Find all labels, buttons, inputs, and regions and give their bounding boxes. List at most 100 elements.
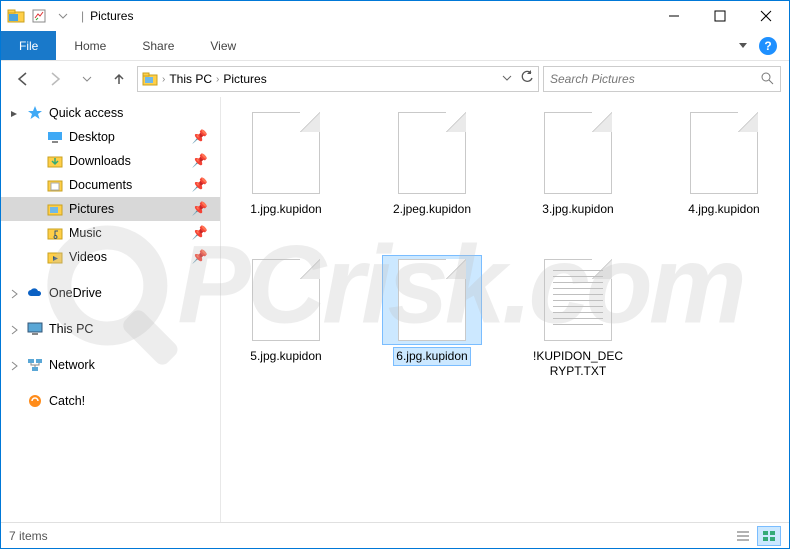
pictures-folder-icon	[142, 71, 158, 87]
large-icons-view-button[interactable]	[757, 526, 781, 546]
chevron-right-icon[interactable]: ›	[216, 74, 219, 85]
navigation-pane[interactable]: Quick access Desktop 📌 Downloads 📌 Documents…	[1, 97, 221, 524]
explorer-icon	[7, 7, 25, 25]
sidebar-item-label: OneDrive	[49, 286, 102, 300]
sidebar-item-label: Music	[69, 226, 102, 240]
title-separator: |	[81, 9, 84, 23]
address-bar[interactable]: › This PC › Pictures	[137, 66, 539, 92]
sidebar-item-videos[interactable]: Videos 📌	[1, 245, 220, 269]
sidebar-onedrive[interactable]: OneDrive	[1, 281, 220, 305]
sidebar-item-music[interactable]: Music 📌	[1, 221, 220, 245]
file-thumbnail	[383, 256, 481, 344]
file-item[interactable]: !KUPIDON_DECRYPT.TXT	[527, 256, 629, 380]
address-dropdown-icon[interactable]	[502, 70, 512, 88]
qat-dropdown-icon[interactable]	[51, 4, 75, 28]
file-thumbnail	[237, 109, 335, 197]
star-icon	[27, 105, 43, 121]
expand-icon[interactable]	[9, 324, 19, 334]
downloads-icon	[47, 153, 63, 169]
forward-button[interactable]	[41, 65, 69, 93]
window-title: Pictures	[90, 9, 133, 23]
status-bar: 7 items	[1, 522, 789, 548]
item-count: 7 items	[9, 529, 48, 543]
sidebar-item-desktop[interactable]: Desktop 📌	[1, 125, 220, 149]
file-thumbnail	[529, 256, 627, 344]
file-tab[interactable]: File	[1, 31, 56, 60]
tab-view[interactable]: View	[192, 31, 254, 60]
tab-share[interactable]: Share	[124, 31, 192, 60]
sidebar-network[interactable]: Network	[1, 353, 220, 377]
sidebar-item-downloads[interactable]: Downloads 📌	[1, 149, 220, 173]
refresh-icon[interactable]	[520, 70, 534, 89]
music-icon	[47, 225, 63, 241]
pin-icon: 📌	[192, 225, 208, 241]
ribbon: File Home Share View ?	[1, 31, 789, 61]
sidebar-item-label: Network	[49, 358, 95, 372]
collapse-icon[interactable]	[9, 108, 19, 118]
cloud-icon	[27, 285, 43, 301]
sidebar-item-label: Desktop	[69, 130, 115, 144]
expand-icon[interactable]	[9, 288, 19, 298]
sidebar-item-label: Videos	[69, 250, 107, 264]
sidebar-item-label: Quick access	[49, 106, 123, 120]
navigation-row: › This PC › Pictures Search Pictures	[1, 61, 789, 97]
search-icon	[760, 71, 774, 88]
pin-icon: 📌	[192, 129, 208, 145]
videos-icon	[47, 249, 63, 265]
monitor-icon	[27, 321, 43, 337]
details-view-button[interactable]	[731, 526, 755, 546]
file-item[interactable]: 5.jpg.kupidon	[235, 256, 337, 380]
help-icon[interactable]: ?	[759, 37, 777, 55]
chevron-right-icon[interactable]: ›	[162, 74, 165, 85]
pin-icon: 📌	[192, 249, 208, 265]
quick-access-toolbar	[27, 4, 75, 28]
search-placeholder: Search Pictures	[550, 72, 635, 86]
file-name: 4.jpg.kupidon	[686, 201, 761, 218]
file-name: 3.jpg.kupidon	[540, 201, 615, 218]
sidebar-item-label: Catch!	[49, 394, 85, 408]
sidebar-item-label: Pictures	[69, 202, 114, 216]
title-bar: | Pictures	[1, 1, 789, 31]
sidebar-item-documents[interactable]: Documents📌	[1, 173, 220, 197]
qat-properties-icon[interactable]	[27, 4, 51, 28]
sidebar-item-label: Documents	[69, 178, 132, 192]
file-item[interactable]: 1.jpg.kupidon	[235, 109, 337, 218]
breadcrumb-pictures[interactable]: Pictures	[223, 72, 266, 86]
maximize-button[interactable]	[697, 1, 743, 31]
network-icon	[27, 357, 43, 373]
file-list[interactable]: 1.jpg.kupidon 2.jpeg.kupidon 3.jpg.kupidon…	[221, 97, 789, 524]
pictures-icon	[47, 201, 63, 217]
back-button[interactable]	[9, 65, 37, 93]
pin-icon: 📌	[192, 201, 208, 217]
search-input[interactable]: Search Pictures	[543, 66, 781, 92]
file-thumbnail	[383, 109, 481, 197]
file-item[interactable]: 6.jpg.kupidon	[381, 256, 483, 380]
sidebar-this-pc[interactable]: This PC	[1, 317, 220, 341]
sidebar-catch[interactable]: Catch!	[1, 389, 220, 413]
ribbon-expand-icon[interactable]	[739, 43, 747, 48]
file-thumbnail	[529, 109, 627, 197]
file-item[interactable]: 3.jpg.kupidon	[527, 109, 629, 218]
file-name: 2.jpeg.kupidon	[391, 201, 473, 218]
recent-locations-button[interactable]	[73, 65, 101, 93]
file-item[interactable]: 2.jpeg.kupidon	[381, 109, 483, 218]
catch-icon	[27, 393, 43, 409]
desktop-icon	[47, 129, 63, 145]
expand-icon[interactable]	[9, 360, 19, 370]
file-name: !KUPIDON_DECRYPT.TXT	[527, 348, 629, 380]
file-item[interactable]: 4.jpg.kupidon	[673, 109, 775, 218]
sidebar-item-label: Downloads	[69, 154, 131, 168]
documents-icon	[47, 177, 63, 193]
sidebar-quick-access[interactable]: Quick access	[1, 101, 220, 125]
file-thumbnail	[237, 256, 335, 344]
file-thumbnail	[675, 109, 773, 197]
sidebar-item-label: This PC	[49, 322, 93, 336]
minimize-button[interactable]	[651, 1, 697, 31]
sidebar-item-pictures[interactable]: Pictures 📌	[1, 197, 220, 221]
file-name: 6.jpg.kupidon	[394, 348, 469, 365]
tab-home[interactable]: Home	[56, 31, 124, 60]
up-button[interactable]	[105, 65, 133, 93]
breadcrumb-this-pc[interactable]: This PC	[169, 72, 212, 86]
close-button[interactable]	[743, 1, 789, 31]
pin-icon: 📌	[192, 153, 208, 169]
